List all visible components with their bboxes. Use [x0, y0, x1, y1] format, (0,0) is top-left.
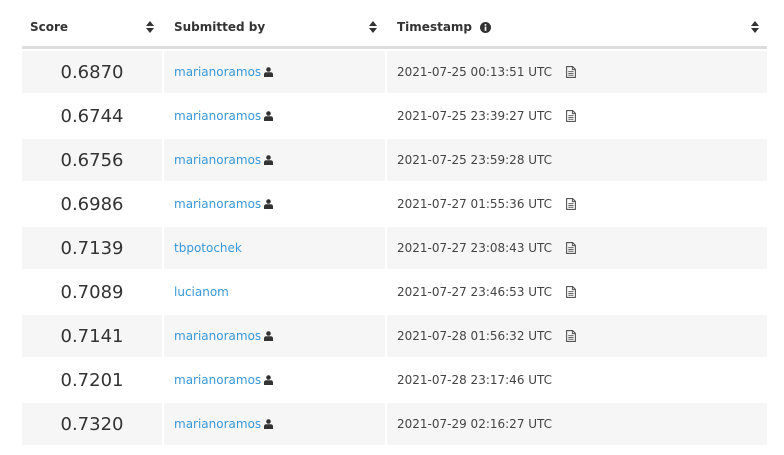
timestamp-cell: 2021-07-27 23:08:43 UTC: [387, 227, 767, 269]
sort-icon[interactable]: [146, 21, 154, 33]
document-icon[interactable]: [566, 330, 577, 342]
timestamp-header-label: Timestamp: [397, 20, 473, 34]
score-header-label: Score: [30, 20, 69, 34]
document-icon[interactable]: [566, 286, 577, 298]
score-value: 0.7139: [60, 237, 124, 259]
timestamp-column-header[interactable]: Timestamp: [387, 8, 767, 46]
person-icon: [264, 155, 274, 165]
score-value: 0.6986: [60, 193, 124, 215]
timestamp-value: 2021-07-25 00:13:51 UTC: [397, 65, 553, 79]
score-cell: 0.6744: [22, 95, 162, 137]
timestamp-value: 2021-07-25 23:59:28 UTC: [397, 153, 553, 167]
score-value: 0.7141: [60, 325, 124, 347]
timestamp-value: 2021-07-28 01:56:32 UTC: [397, 329, 553, 343]
user-link[interactable]: marianoramos: [174, 417, 261, 431]
timestamp-cell: 2021-07-25 23:59:28 UTC: [387, 139, 767, 181]
submitted-by-cell: marianoramos: [164, 95, 385, 137]
score-cell: 0.7141: [22, 315, 162, 357]
timestamp-value: 2021-07-27 23:08:43 UTC: [397, 241, 553, 255]
user-link[interactable]: marianoramos: [174, 109, 261, 123]
table-row: 0.7201 marianoramos 2021-07-28 23:17:46 UT…: [22, 359, 767, 401]
person-icon: [264, 67, 274, 77]
timestamp-cell: 2021-07-25 23:39:27 UTC: [387, 95, 767, 137]
document-icon[interactable]: [566, 242, 577, 254]
table-row: 0.7320 marianoramos 2021-07-29 02:16:27 UT…: [22, 403, 767, 445]
submitted-by-cell: marianoramos: [164, 359, 385, 401]
person-icon: [264, 375, 274, 385]
timestamp-cell: 2021-07-25 00:13:51 UTC: [387, 51, 767, 93]
user-link[interactable]: lucianom: [174, 285, 229, 299]
person-icon: [264, 331, 274, 341]
submitted-by-header-label: Submitted by: [174, 20, 266, 34]
submitted-by-cell: marianoramos: [164, 139, 385, 181]
table-body: 0.6870 marianoramos 2021-07-25 00:13:51 UT…: [22, 51, 767, 445]
timestamp-cell: 2021-07-27 01:55:36 UTC: [387, 183, 767, 225]
score-cell: 0.7201: [22, 359, 162, 401]
timestamp-cell: 2021-07-29 02:16:27 UTC: [387, 403, 767, 445]
submissions-table: Score Submitted by Timestamp 0.6870 mari…: [22, 8, 767, 447]
submitted-by-cell: marianoramos: [164, 315, 385, 357]
timestamp-cell: 2021-07-28 01:56:32 UTC: [387, 315, 767, 357]
table-row: 0.6756 marianoramos 2021-07-25 23:59:28 UT…: [22, 139, 767, 181]
score-value: 0.6756: [60, 149, 124, 171]
score-cell: 0.7320: [22, 403, 162, 445]
user-link[interactable]: marianoramos: [174, 153, 261, 167]
table-row: 0.6744 marianoramos 2021-07-25 23:39:27 UT…: [22, 95, 767, 137]
document-icon[interactable]: [566, 110, 577, 122]
sort-icon[interactable]: [369, 21, 377, 33]
timestamp-value: 2021-07-28 23:17:46 UTC: [397, 373, 553, 387]
timestamp-cell: 2021-07-27 23:46:53 UTC: [387, 271, 767, 313]
info-icon[interactable]: [480, 21, 492, 33]
sort-icon[interactable]: [751, 21, 759, 33]
score-cell: 0.6756: [22, 139, 162, 181]
submitted-by-column-header[interactable]: Submitted by: [164, 8, 385, 46]
timestamp-value: 2021-07-27 01:55:36 UTC: [397, 197, 553, 211]
table-row: 0.6870 marianoramos 2021-07-25 00:13:51 UT…: [22, 51, 767, 93]
score-value: 0.7089: [60, 281, 124, 303]
person-icon: [264, 199, 274, 209]
score-cell: 0.6870: [22, 51, 162, 93]
user-link[interactable]: marianoramos: [174, 65, 261, 79]
score-value: 0.7320: [60, 413, 124, 435]
timestamp-value: 2021-07-27 23:46:53 UTC: [397, 285, 553, 299]
table-row: 0.7089 lucianom 2021-07-27 23:46:53 UTC: [22, 271, 767, 313]
submitted-by-cell: marianoramos: [164, 51, 385, 93]
submitted-by-cell: marianoramos: [164, 183, 385, 225]
score-value: 0.6870: [60, 61, 124, 83]
user-link[interactable]: marianoramos: [174, 197, 261, 211]
table-header: Score Submitted by Timestamp: [22, 8, 767, 49]
score-value: 0.6744: [60, 105, 124, 127]
table-row: 0.7141 marianoramos 2021-07-28 01:56:32 UT…: [22, 315, 767, 357]
person-icon: [264, 111, 274, 121]
table-row: 0.6986 marianoramos 2021-07-27 01:55:36 UT…: [22, 183, 767, 225]
submitted-by-cell: lucianom: [164, 271, 385, 313]
user-link[interactable]: marianoramos: [174, 329, 261, 343]
user-link[interactable]: marianoramos: [174, 373, 261, 387]
person-icon: [264, 419, 274, 429]
score-cell: 0.7089: [22, 271, 162, 313]
document-icon[interactable]: [566, 66, 577, 78]
timestamp-value: 2021-07-25 23:39:27 UTC: [397, 109, 553, 123]
user-link[interactable]: tbpotochek: [174, 241, 242, 255]
timestamp-value: 2021-07-29 02:16:27 UTC: [397, 417, 553, 431]
score-value: 0.7201: [60, 369, 124, 391]
table-row: 0.7139 tbpotochek 2021-07-27 23:08:43 UTC: [22, 227, 767, 269]
score-cell: 0.6986: [22, 183, 162, 225]
submitted-by-cell: tbpotochek: [164, 227, 385, 269]
submitted-by-cell: marianoramos: [164, 403, 385, 445]
timestamp-cell: 2021-07-28 23:17:46 UTC: [387, 359, 767, 401]
score-column-header[interactable]: Score: [22, 8, 162, 46]
document-icon[interactable]: [566, 198, 577, 210]
score-cell: 0.7139: [22, 227, 162, 269]
